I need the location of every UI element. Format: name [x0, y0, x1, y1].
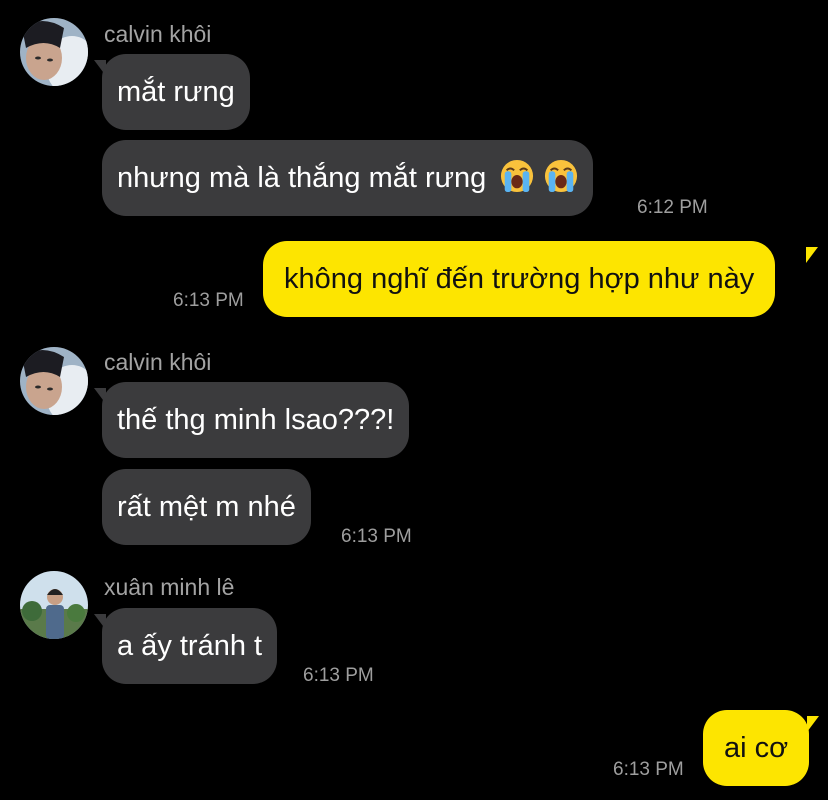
message-text: nhưng mà là thắng mắt rưng: [117, 162, 487, 194]
message-text: rất mệt m nhé: [117, 491, 296, 523]
profile-photo-icon: [20, 571, 88, 639]
bubble-tail: [807, 716, 819, 732]
profile-photo-icon: [20, 18, 88, 86]
loudly-crying-face-emoji-icon: [545, 159, 578, 193]
message-timestamp: 6:12 PM: [637, 197, 708, 218]
message-timestamp: 6:13 PM: [613, 759, 684, 780]
message-timestamp: 6:13 PM: [341, 526, 412, 547]
avatar-calvin-khoi[interactable]: [20, 18, 88, 86]
message-bubble[interactable]: ai cơ: [703, 710, 810, 786]
message-text: không nghĩ đến trường hợp như này: [284, 263, 755, 295]
message-timestamp: 6:13 PM: [173, 290, 244, 311]
message-timestamp: 6:13 PM: [303, 665, 374, 686]
message-text: mắt rưng: [117, 76, 235, 108]
loudly-crying-face-emoji-icon: [501, 159, 534, 193]
sender-name: calvin khôi: [104, 349, 212, 375]
message-text: ai cơ: [724, 732, 789, 764]
message-bubble[interactable]: nhưng mà là thắng mắt rưng: [102, 140, 594, 216]
message-bubble[interactable]: không nghĩ đến trường hợp như này: [263, 241, 776, 317]
avatar-calvin-khoi[interactable]: [20, 347, 88, 415]
message-bubble[interactable]: a ấy tránh t: [102, 608, 278, 684]
sender-name: calvin khôi: [104, 21, 212, 47]
avatar-xuan-minh-le[interactable]: [20, 571, 88, 639]
message-bubble[interactable]: rất mệt m nhé: [102, 469, 311, 545]
profile-photo-icon: [20, 347, 88, 415]
message-text: a ấy tránh t: [117, 630, 263, 662]
message-text: thế thg minh lsao???!: [117, 404, 395, 436]
message-bubble[interactable]: mắt rưng: [102, 54, 250, 130]
sender-name: xuân minh lê: [104, 574, 235, 600]
message-bubble[interactable]: thế thg minh lsao???!: [102, 382, 410, 458]
bubble-tail: [806, 247, 818, 263]
